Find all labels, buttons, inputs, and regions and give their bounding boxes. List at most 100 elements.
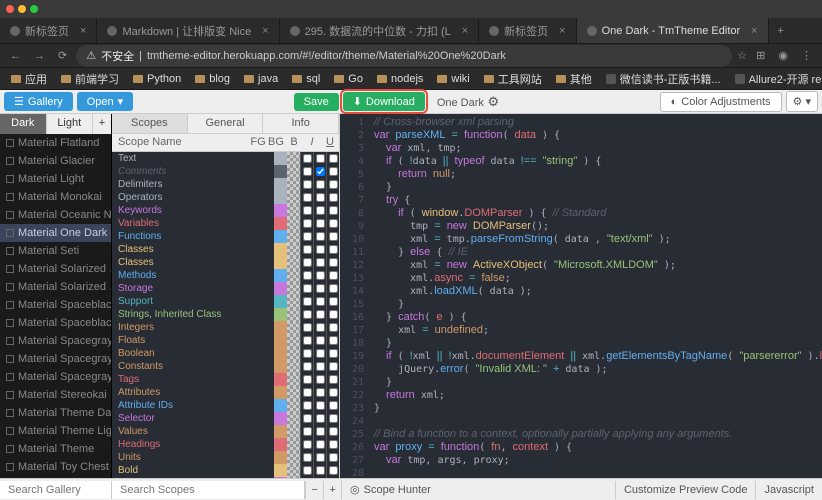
bookmark-item[interactable]: 前端学习 <box>56 69 124 89</box>
star-icon[interactable]: ☆ <box>737 49 747 62</box>
bg-swatch[interactable] <box>287 399 300 412</box>
new-tab-button[interactable]: + <box>769 18 793 43</box>
bold-checkbox[interactable] <box>300 243 313 256</box>
search-gallery-input[interactable] <box>0 481 112 499</box>
theme-list-item[interactable]: Material Glacier <box>0 152 111 170</box>
scope-row[interactable]: Storage <box>112 282 339 295</box>
bg-swatch[interactable] <box>287 347 300 360</box>
italic-checkbox[interactable] <box>313 243 326 256</box>
bold-checkbox[interactable] <box>300 451 313 464</box>
fg-swatch[interactable] <box>274 451 287 464</box>
scope-row[interactable]: Attribute IDs <box>112 399 339 412</box>
underline-checkbox[interactable] <box>326 165 339 178</box>
bold-checkbox[interactable] <box>300 269 313 282</box>
fg-swatch[interactable] <box>274 269 287 282</box>
scope-row[interactable]: Operators <box>112 191 339 204</box>
italic-checkbox[interactable] <box>313 256 326 269</box>
theme-list-item[interactable]: Material Toy Chest <box>0 458 111 476</box>
bg-swatch[interactable] <box>287 321 300 334</box>
save-button[interactable]: Save <box>294 93 339 111</box>
fg-swatch[interactable] <box>274 217 287 230</box>
bold-checkbox[interactable] <box>300 217 313 230</box>
theme-list-item[interactable]: Material Theme Ligh… <box>0 422 111 440</box>
scope-hunter-button[interactable]: ◎ Scope Hunter <box>341 480 439 499</box>
bg-swatch[interactable] <box>287 334 300 347</box>
minimize-window-icon[interactable] <box>18 5 26 13</box>
bookmark-item[interactable]: 微信读书-正版书籍... <box>601 69 726 89</box>
theme-list-item[interactable]: Material Seti <box>0 242 111 260</box>
bold-checkbox[interactable] <box>300 399 313 412</box>
underline-checkbox[interactable] <box>326 178 339 191</box>
underline-checkbox[interactable] <box>326 412 339 425</box>
underline-checkbox[interactable] <box>326 269 339 282</box>
browser-tab[interactable]: 新标签页× <box>479 18 576 43</box>
bold-checkbox[interactable] <box>300 321 313 334</box>
italic-checkbox[interactable] <box>313 412 326 425</box>
bg-swatch[interactable] <box>287 243 300 256</box>
italic-checkbox[interactable] <box>313 438 326 451</box>
bold-checkbox[interactable] <box>300 152 313 165</box>
scope-row[interactable]: Boolean <box>112 347 339 360</box>
italic-checkbox[interactable] <box>313 360 326 373</box>
bg-swatch[interactable] <box>287 412 300 425</box>
theme-list-item[interactable]: Material Spacegray … <box>0 350 111 368</box>
fg-swatch[interactable] <box>274 321 287 334</box>
underline-checkbox[interactable] <box>326 152 339 165</box>
bold-checkbox[interactable] <box>300 334 313 347</box>
fg-swatch[interactable] <box>274 295 287 308</box>
bold-checkbox[interactable] <box>300 256 313 269</box>
italic-checkbox[interactable] <box>313 269 326 282</box>
bookmark-item[interactable]: Go <box>329 71 368 87</box>
theme-list-item[interactable]: Material Stereokai <box>0 386 111 404</box>
tab-light[interactable]: Light <box>47 114 94 134</box>
tab-info[interactable]: Info <box>263 114 339 133</box>
underline-checkbox[interactable] <box>326 464 339 477</box>
underline-checkbox[interactable] <box>326 425 339 438</box>
theme-list-item[interactable]: Material Monokai <box>0 188 111 206</box>
underline-checkbox[interactable] <box>326 399 339 412</box>
italic-checkbox[interactable] <box>313 399 326 412</box>
bold-checkbox[interactable] <box>300 295 313 308</box>
bookmark-item[interactable]: java <box>239 71 283 87</box>
fg-swatch[interactable] <box>274 464 287 477</box>
bg-swatch[interactable] <box>287 204 300 217</box>
italic-checkbox[interactable] <box>313 464 326 477</box>
italic-checkbox[interactable] <box>313 308 326 321</box>
close-tab-icon[interactable]: × <box>262 25 268 37</box>
theme-list-item[interactable]: Material Solarized … <box>0 260 111 278</box>
theme-list-item[interactable]: Material Oceanic Ne… <box>0 206 111 224</box>
scope-row[interactable]: Classes <box>112 256 339 269</box>
settings-button[interactable]: ⚙ ▾ <box>786 91 818 112</box>
underline-checkbox[interactable] <box>326 217 339 230</box>
fg-swatch[interactable] <box>274 425 287 438</box>
underline-checkbox[interactable] <box>326 191 339 204</box>
fg-swatch[interactable] <box>274 178 287 191</box>
scope-row[interactable]: Bold <box>112 464 339 477</box>
fg-swatch[interactable] <box>274 230 287 243</box>
bg-swatch[interactable] <box>287 386 300 399</box>
theme-list-item[interactable]: Material Light <box>0 170 111 188</box>
fg-swatch[interactable] <box>274 256 287 269</box>
close-tab-icon[interactable]: × <box>462 25 468 37</box>
maximize-window-icon[interactable] <box>30 5 38 13</box>
fg-swatch[interactable] <box>274 204 287 217</box>
fg-swatch[interactable] <box>274 243 287 256</box>
scope-row[interactable]: Selector <box>112 412 339 425</box>
italic-checkbox[interactable] <box>313 191 326 204</box>
theme-list-item[interactable]: Material Solarized … <box>0 278 111 296</box>
browser-tab[interactable]: Markdown | 让排版变 Nice× <box>97 18 279 43</box>
bg-swatch[interactable] <box>287 269 300 282</box>
bold-checkbox[interactable] <box>300 412 313 425</box>
add-scope-button[interactable]: + <box>323 481 341 499</box>
fg-swatch[interactable] <box>274 165 287 178</box>
fg-swatch[interactable] <box>274 334 287 347</box>
bg-swatch[interactable] <box>287 230 300 243</box>
bg-swatch[interactable] <box>287 282 300 295</box>
close-tab-icon[interactable]: × <box>751 25 757 37</box>
theme-list-item[interactable]: Material Spacegray … <box>0 332 111 350</box>
extension-icon[interactable]: ⊞ <box>752 47 769 64</box>
menu-icon[interactable]: ⋮ <box>797 47 816 64</box>
browser-tab[interactable]: 新标签页× <box>0 18 97 43</box>
language-select[interactable]: Javascript <box>755 481 822 499</box>
bold-checkbox[interactable] <box>300 373 313 386</box>
